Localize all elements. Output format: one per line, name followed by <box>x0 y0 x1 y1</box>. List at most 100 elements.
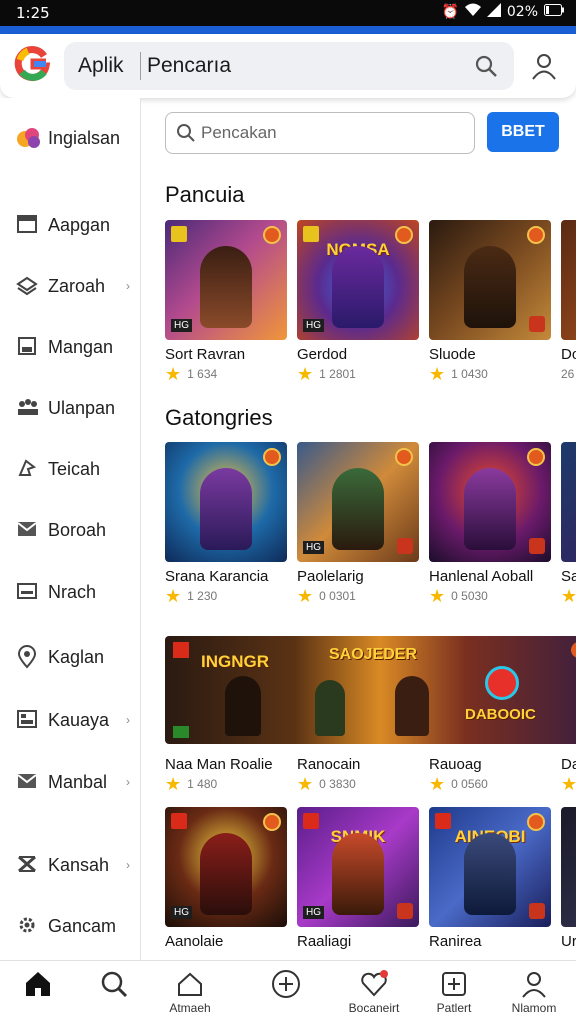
nav-patlert[interactable]: Patlert <box>418 969 490 1015</box>
chevron-right-icon: › <box>126 279 130 293</box>
sidebar-item-10[interactable]: Manbal › <box>16 770 134 794</box>
badge-icon <box>527 448 545 466</box>
nav-label: Atmaeh <box>169 1001 211 1015</box>
game-card[interactable]: SNMIK HG Raaliagi <box>297 807 419 950</box>
star-icon: ★ <box>297 364 314 384</box>
app-logo[interactable] <box>14 46 51 82</box>
game-thumbnail <box>561 220 576 340</box>
game-name: Ur <box>561 933 576 950</box>
game-card[interactable]: Ur <box>561 807 576 950</box>
sidebar-item-6[interactable]: Boroah <box>16 518 134 542</box>
banner-title-2: SAOJEDER <box>329 646 418 663</box>
game-name: Ranocain <box>297 756 361 773</box>
home-icon <box>23 969 53 999</box>
rating-value: 0 3830 <box>319 777 356 791</box>
banner-title-1: INGNGR <box>201 652 269 671</box>
game-card[interactable]: Da ★ <box>561 750 576 793</box>
game-name: Sort Ravran <box>165 346 246 363</box>
sidebar-item-5[interactable]: Teicah <box>16 457 134 481</box>
nav-home[interactable] <box>2 969 74 1001</box>
sidebar-item-1[interactable]: Aapgan <box>16 213 134 237</box>
chevron-right-icon: › <box>126 858 130 872</box>
heart-icon <box>359 969 389 999</box>
nav-label: Patlert <box>436 1001 472 1015</box>
rating-value: 1 0430 <box>451 367 488 381</box>
star-icon: ★ <box>429 774 446 794</box>
badge-icon <box>173 726 189 738</box>
badge-icon: HG <box>171 319 192 332</box>
sidebar-item-2[interactable]: Zaroah › <box>16 274 134 298</box>
search-submit-button[interactable]: BBET <box>487 112 559 152</box>
badge-icon <box>529 538 545 554</box>
sidebar-item-0[interactable]: Ingialsan <box>16 126 134 150</box>
game-name: Naa Man Roalie <box>165 756 273 773</box>
character-art <box>332 468 384 550</box>
search-placeholder: Pencakan <box>201 123 277 142</box>
game-card[interactable]: HG Sort Ravran ★ 1 634 <box>165 220 287 384</box>
account-icon[interactable] <box>530 52 558 80</box>
star-icon: ★ <box>561 586 576 606</box>
app-search-bar[interactable]: Aplik Pencarıa <box>64 42 514 90</box>
game-rating: ★ <box>561 586 576 606</box>
star-icon: ★ <box>429 586 446 606</box>
sidebar-item-3[interactable]: Mangan <box>16 335 134 359</box>
featured-banner[interactable]: INGNGR SAOJEDER DABOOIC <box>165 636 576 744</box>
tray-icon <box>16 580 40 604</box>
sidebar-item-11[interactable]: Kansah › <box>16 853 134 877</box>
game-card[interactable]: HG Aanolaie <box>165 807 287 950</box>
character-art <box>200 833 252 915</box>
character-art <box>464 468 516 550</box>
badge-icon: HG <box>303 906 324 919</box>
plus-circle-icon <box>271 969 301 999</box>
game-card[interactable]: AINEOBI Ranirea <box>429 807 551 950</box>
app-tab-label[interactable]: Aplik <box>78 54 124 78</box>
star-icon: ★ <box>165 364 182 384</box>
nav-add[interactable] <box>250 969 322 1001</box>
game-card[interactable]: Hanlenal Aoball ★ 0 5030 <box>429 442 551 606</box>
content-search-input[interactable]: Pencakan <box>165 112 475 154</box>
game-name: Ranirea <box>429 933 482 950</box>
sidebar-item-9[interactable]: Kauaya › <box>16 708 134 732</box>
sidebar-item-7[interactable]: Nrach <box>16 580 134 604</box>
game-card[interactable]: Sa ★ <box>561 442 576 606</box>
divider <box>140 52 141 80</box>
character-art <box>225 676 261 736</box>
game-thumbnail <box>429 442 551 562</box>
game-name: Do <box>561 346 576 363</box>
character-art <box>395 676 429 736</box>
game-card[interactable]: NGMSA HG Gerdod ★ 1 2801 <box>297 220 419 384</box>
person-icon <box>519 969 549 999</box>
game-card[interactable]: Rauoag ★ 0 0560 <box>429 750 551 794</box>
sidebar-item-4[interactable]: Ulanpan <box>16 396 134 420</box>
rating-value: 0 0301 <box>319 589 356 603</box>
game-thumbnail: HG <box>165 807 287 927</box>
game-card[interactable]: Ranocain ★ 0 3830 <box>297 750 419 794</box>
character-art <box>200 246 252 328</box>
search-icon <box>99 969 129 999</box>
sidebar-item-label: Zaroah <box>48 275 106 296</box>
badge-icon <box>571 642 576 658</box>
nav-favorites[interactable]: Bocaneirt <box>338 969 410 1015</box>
game-thumbnail: HG <box>165 220 287 340</box>
sidebar-item-8[interactable]: Kaglan <box>16 645 134 669</box>
character-art <box>464 246 516 328</box>
nav-profile[interactable]: Nlamom <box>498 969 570 1015</box>
nav-atmaeh[interactable]: Atmaeh <box>154 969 226 1015</box>
sidebar-item-label: Nrach <box>48 581 97 602</box>
rating-value: 1 230 <box>187 589 218 603</box>
game-card[interactable]: HG Paolelarig ★ 0 0301 <box>297 442 419 605</box>
game-card[interactable]: Srana Karancia ★ 1 230 <box>165 442 287 605</box>
character-art <box>332 246 384 328</box>
game-card[interactable]: Naa Man Roalie ★ 1 480 <box>165 750 287 793</box>
sidebar-item-12[interactable]: Gancam <box>16 914 134 938</box>
rating-value: 0 5030 <box>451 589 488 603</box>
app-search-text[interactable]: Pencarıa <box>147 54 231 78</box>
game-card[interactable]: Sluode ★ 1 0430 <box>429 220 551 383</box>
game-card[interactable]: Do 26 <box>561 220 576 381</box>
game-name: Rauoag <box>429 756 482 773</box>
star-icon: ★ <box>297 774 314 794</box>
search-icon[interactable] <box>474 54 498 78</box>
badge-icon <box>171 226 187 242</box>
nav-label: Nlamom <box>511 1001 557 1015</box>
nav-search[interactable] <box>78 969 150 1001</box>
